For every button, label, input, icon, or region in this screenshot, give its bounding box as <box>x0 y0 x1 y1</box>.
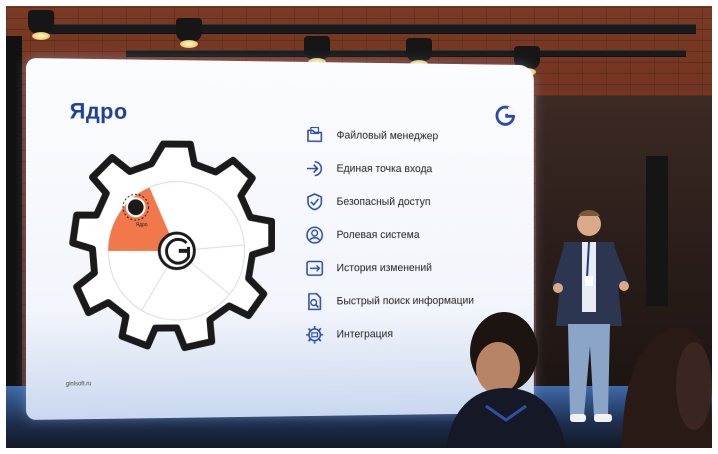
feature-label: История изменений <box>336 262 432 275</box>
history-icon <box>304 258 325 280</box>
feature-label: Файловый менеджер <box>336 129 439 143</box>
feature-label: Безопасный доступ <box>336 196 431 209</box>
integration-gear-icon <box>304 324 325 346</box>
document-search-icon <box>304 291 325 313</box>
feature-label: Единая точка входа <box>336 162 433 176</box>
company-logo-icon <box>495 105 516 126</box>
lighting-truss <box>36 24 696 34</box>
gear-outline <box>73 143 272 348</box>
list-item: Безопасный доступ <box>304 185 474 219</box>
list-item: Файловый менеджер <box>304 119 474 153</box>
user-icon <box>304 224 325 246</box>
audience-heads <box>446 312 712 448</box>
loudspeaker-stand <box>646 156 668 306</box>
list-item: Ролевая система <box>304 218 474 251</box>
list-item: История изменений <box>304 252 474 285</box>
slide-title: Ядро <box>69 98 128 124</box>
stage-light <box>176 18 202 48</box>
folder-icon <box>304 125 325 147</box>
feature-label: Ролевая система <box>336 229 420 241</box>
gear-sector-label: Ядро <box>136 222 148 228</box>
stage-light <box>406 38 432 68</box>
feature-label: Интеграция <box>336 328 393 341</box>
stage-light <box>28 10 54 40</box>
slide-footer-url: ginlsoft.ru <box>65 381 92 388</box>
shield-check-icon <box>304 191 325 213</box>
list-item: Единая точка входа <box>304 152 474 186</box>
event-photo: Ядро Ядро Файловый менеджер Единая точка… <box>6 6 712 448</box>
stage-light <box>304 36 330 66</box>
login-arrow-icon <box>304 158 325 180</box>
core-gear-diagram: Ядро <box>64 136 288 365</box>
